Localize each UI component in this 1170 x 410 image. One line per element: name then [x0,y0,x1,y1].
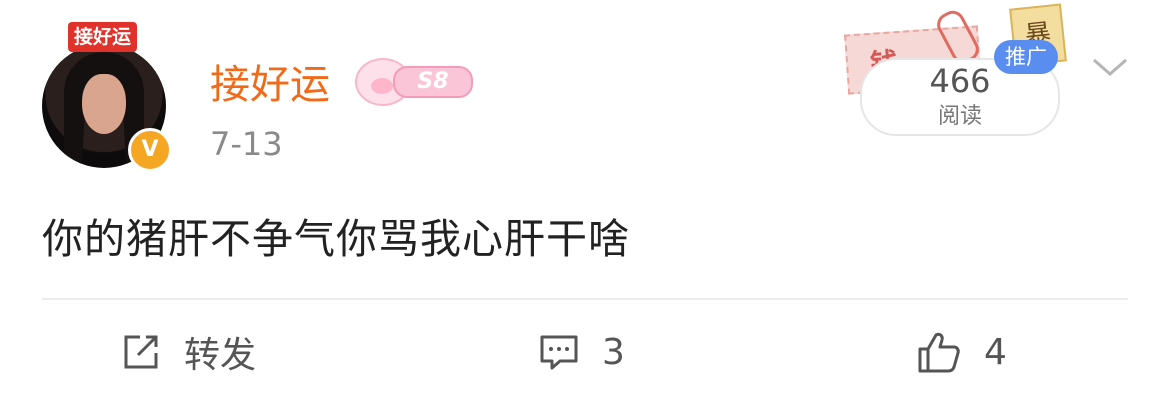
repost-button[interactable]: 转发 [120,326,256,378]
avatar-face [82,74,126,134]
repost-label: 转发 [184,335,257,376]
chevron-down-icon[interactable] [1090,52,1130,82]
post-content: 你的猪肝不争气你骂我心肝干啥 [42,215,630,263]
post-date: 7-13 [210,125,283,163]
verified-v-icon: V [128,128,172,172]
promo-button[interactable]: 推广 [994,40,1058,74]
like-count: 4 [984,331,1007,373]
read-label: 阅读 [937,104,982,129]
avatar-name-tag: 接好运 [68,22,138,52]
author-avatar-group[interactable]: 接好运 V [42,22,172,172]
comment-count: 3 [602,331,625,373]
comment-button[interactable]: 3 [538,326,625,378]
level-label: S8 [393,66,473,98]
level-badge[interactable]: S8 [355,58,473,106]
thumb-up-icon [916,329,962,375]
post-card: 接好运 V 接好运 S8 7-13 钱 暴 466 阅读 推广 你的猪肝不争气你… [0,0,1170,410]
share-icon [120,331,162,373]
like-button[interactable]: 4 [916,326,1007,378]
author-name[interactable]: 接好运 [210,52,330,110]
divider [42,298,1128,300]
comment-icon [538,331,580,373]
